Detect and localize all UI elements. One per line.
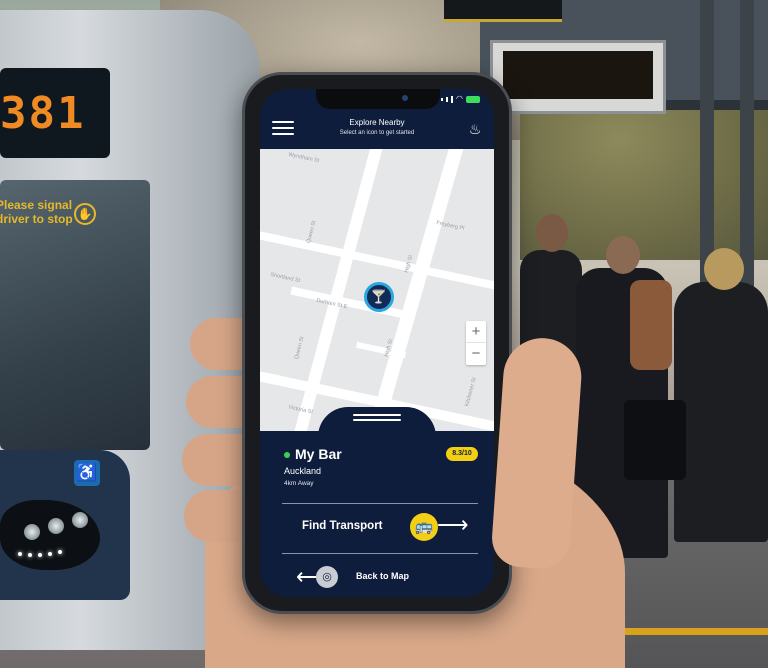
divider [282, 553, 478, 554]
shoulder-bag [630, 280, 672, 370]
arrow-right-icon[interactable]: ⟶ [437, 510, 469, 540]
commuter-head [536, 214, 568, 252]
street-label: Shortland St [269, 271, 301, 285]
commuter [674, 282, 768, 542]
status-bar: ◠ [441, 95, 480, 103]
street-label: Queen St [305, 219, 318, 245]
street-label: Queen St [293, 335, 306, 361]
street-label: Wyndham St [287, 151, 320, 165]
street-label: Kitchener St [464, 376, 478, 408]
rating-badge: 8.3/10 [446, 447, 478, 461]
drag-handle[interactable] [353, 419, 401, 421]
app-header: Explore Nearby Select an icon to get sta… [260, 109, 494, 149]
map-view[interactable]: Wyndham St Queen St Freyberg Pl Shortlan… [260, 149, 494, 431]
phone-notch [316, 89, 440, 109]
battery-icon [466, 95, 480, 103]
venue-distance: 4km Away [284, 480, 314, 487]
led-light [28, 553, 32, 557]
app-screen: ◠ Explore Nearby Select an icon to get s… [260, 89, 494, 597]
front-camera [402, 95, 408, 101]
zoom-in-button[interactable]: + [466, 321, 486, 343]
led-light [48, 552, 52, 556]
map-icon[interactable]: ◎ [316, 566, 338, 588]
bus-route-number: 381 [0, 88, 86, 139]
bus-icon[interactable]: 🚌 [410, 513, 438, 541]
drag-handle[interactable] [353, 414, 401, 416]
divider [282, 503, 478, 504]
departure-board [490, 40, 666, 114]
led-light [58, 550, 62, 554]
hand-icon: ✋ [74, 203, 96, 225]
page-title: Explore Nearby [349, 118, 405, 127]
wheelchair-icon: ♿ [74, 460, 100, 486]
platform-safety-line [610, 628, 768, 635]
signal-icon [451, 95, 454, 103]
overhead-sign [444, 0, 562, 22]
commuter-head [606, 236, 640, 274]
signal-icon [441, 97, 444, 101]
led-light [38, 553, 42, 557]
headlight-lamp [48, 518, 64, 534]
wifi-icon: ◠ [456, 94, 463, 103]
thumb [490, 335, 584, 571]
commuter-head [704, 248, 744, 290]
bus-route-display: 381 [0, 68, 110, 158]
departure-board-screen [503, 51, 653, 99]
find-transport-button[interactable]: Find Transport [302, 520, 383, 532]
venue-name: My Bar [295, 446, 342, 462]
zoom-control: + − [466, 321, 486, 365]
zoom-out-button[interactable]: − [466, 343, 486, 365]
signal-icon [446, 96, 449, 102]
handbag [624, 400, 686, 480]
flame-icon[interactable]: ♨ [466, 119, 484, 139]
headlight-lamp [24, 524, 40, 540]
venue-city: Auckland [284, 466, 322, 476]
headlight-lamp [72, 512, 88, 528]
smartphone: ◠ Explore Nearby Select an icon to get s… [242, 72, 512, 614]
cocktail-icon[interactable]: 🍸 [364, 282, 394, 312]
page-subtitle: Select an icon to get started [339, 130, 415, 136]
led-light [18, 552, 22, 556]
back-to-map-button[interactable]: Back to Map [356, 571, 409, 581]
open-status-dot [284, 452, 290, 458]
